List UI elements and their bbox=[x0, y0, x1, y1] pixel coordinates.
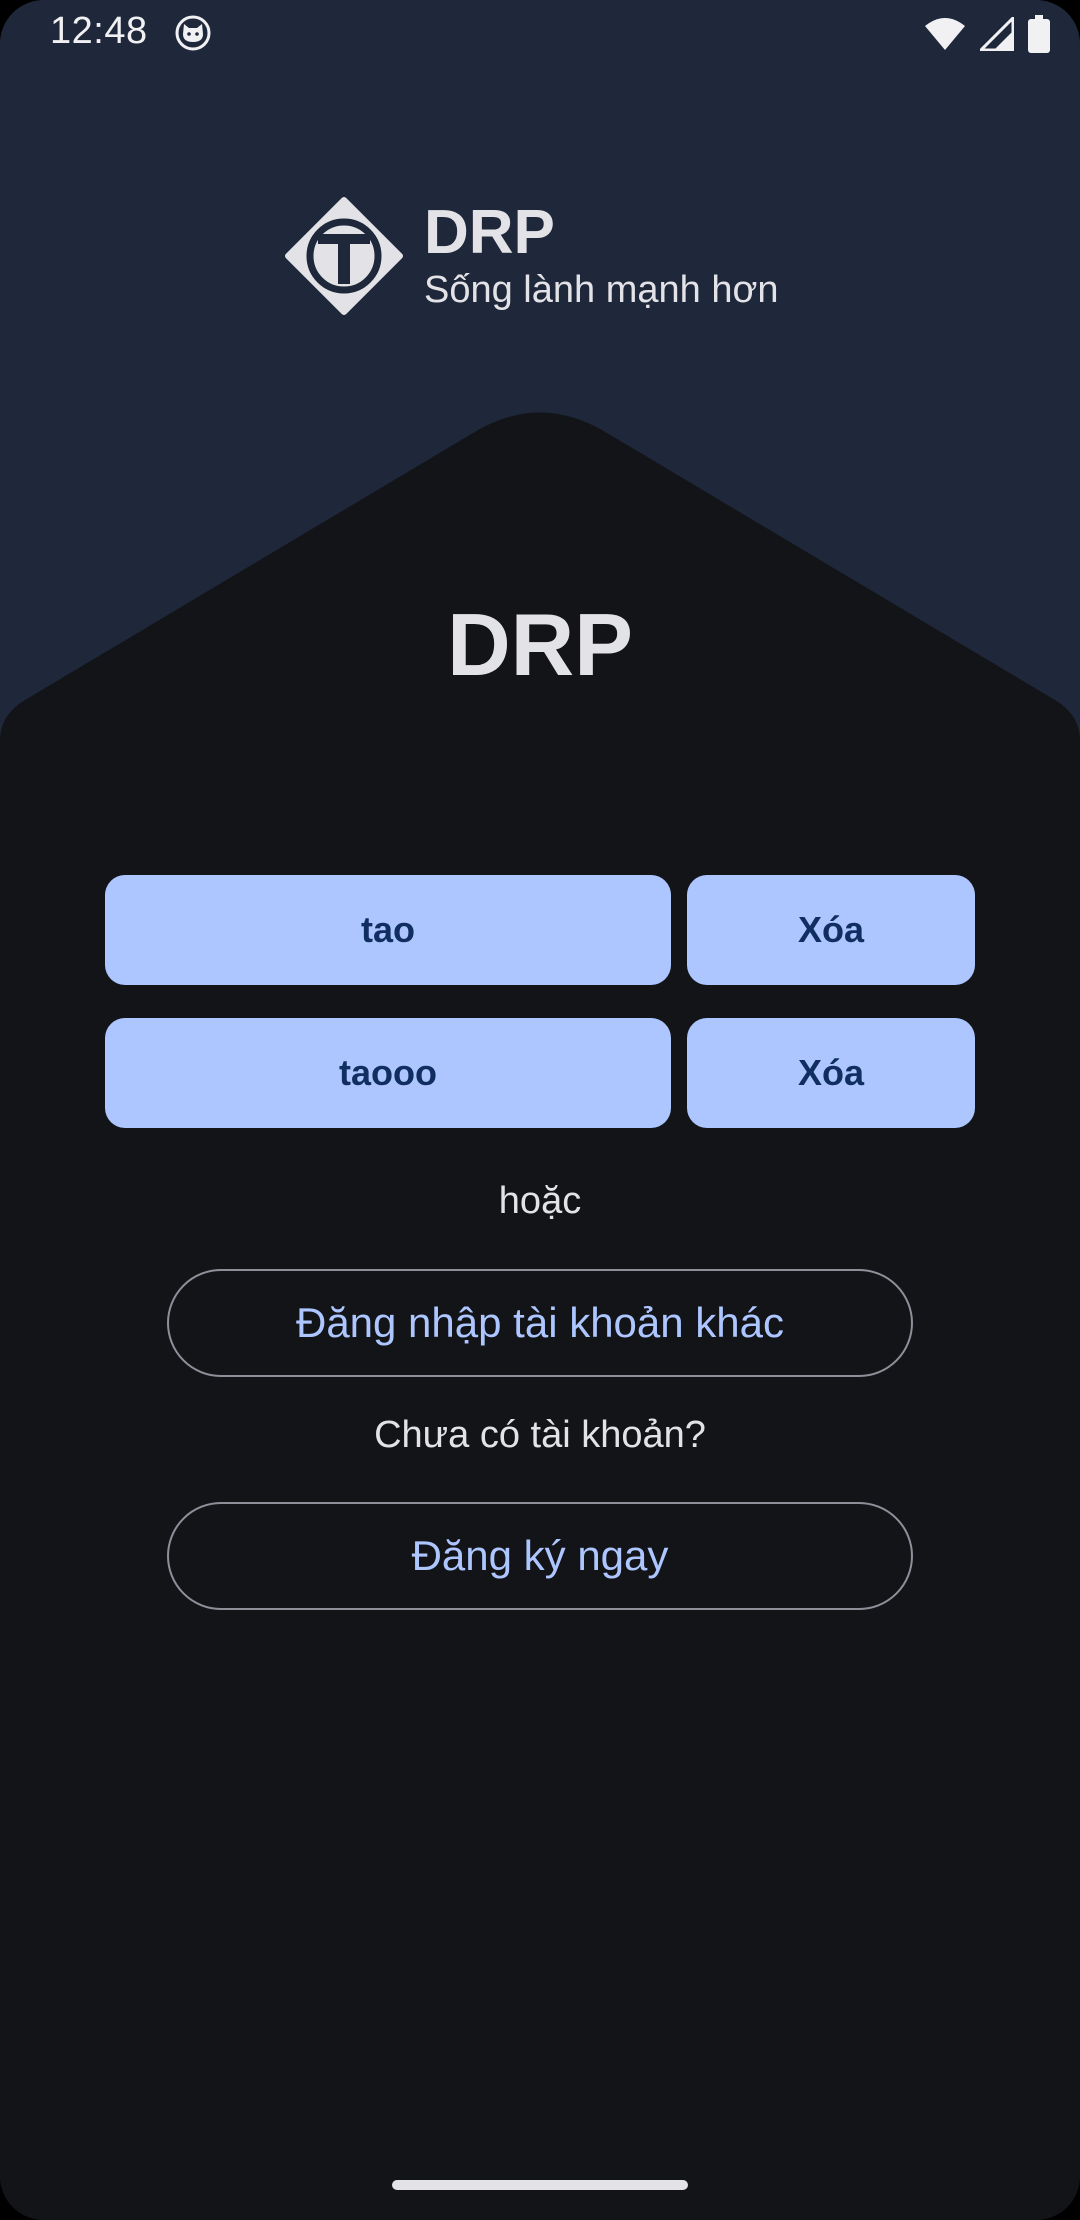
status-bar: 12:48 bbox=[0, 0, 1080, 66]
brand-header: DRP Sống lành mạnh hơn bbox=[284, 196, 779, 316]
register-button[interactable]: Đăng ký ngay bbox=[167, 1502, 913, 1610]
saved-account-button[interactable]: taooo bbox=[105, 1018, 671, 1128]
home-indicator[interactable] bbox=[392, 2180, 688, 2190]
delete-account-button[interactable]: Xóa bbox=[687, 1018, 975, 1128]
app-title: DRP bbox=[447, 595, 633, 694]
login-screen: 12:48 DRP Sống lành mạnh hơn DRP tao Xóa… bbox=[0, 0, 1080, 2220]
signal-icon bbox=[980, 17, 1014, 51]
no-account-text: Chưa có tài khoản? bbox=[374, 1414, 706, 1456]
battery-icon bbox=[1028, 15, 1050, 53]
brand-tagline: Sống lành mạnh hơn bbox=[424, 269, 779, 311]
saved-account-button[interactable]: tao bbox=[105, 875, 671, 985]
saved-account-row: taooo Xóa bbox=[105, 1018, 975, 1128]
status-icons bbox=[924, 14, 1050, 54]
status-time: 12:48 bbox=[50, 10, 148, 52]
t-diamond-logo-icon bbox=[285, 197, 403, 315]
wifi-icon bbox=[925, 18, 965, 50]
login-other-account-button[interactable]: Đăng nhập tài khoản khác bbox=[167, 1269, 913, 1377]
brand-name: DRP bbox=[424, 198, 555, 267]
cat-notification-icon bbox=[175, 15, 211, 51]
or-divider-text: hoặc bbox=[498, 1180, 582, 1222]
saved-account-row: tao Xóa bbox=[105, 875, 975, 985]
delete-account-button[interactable]: Xóa bbox=[687, 875, 975, 985]
